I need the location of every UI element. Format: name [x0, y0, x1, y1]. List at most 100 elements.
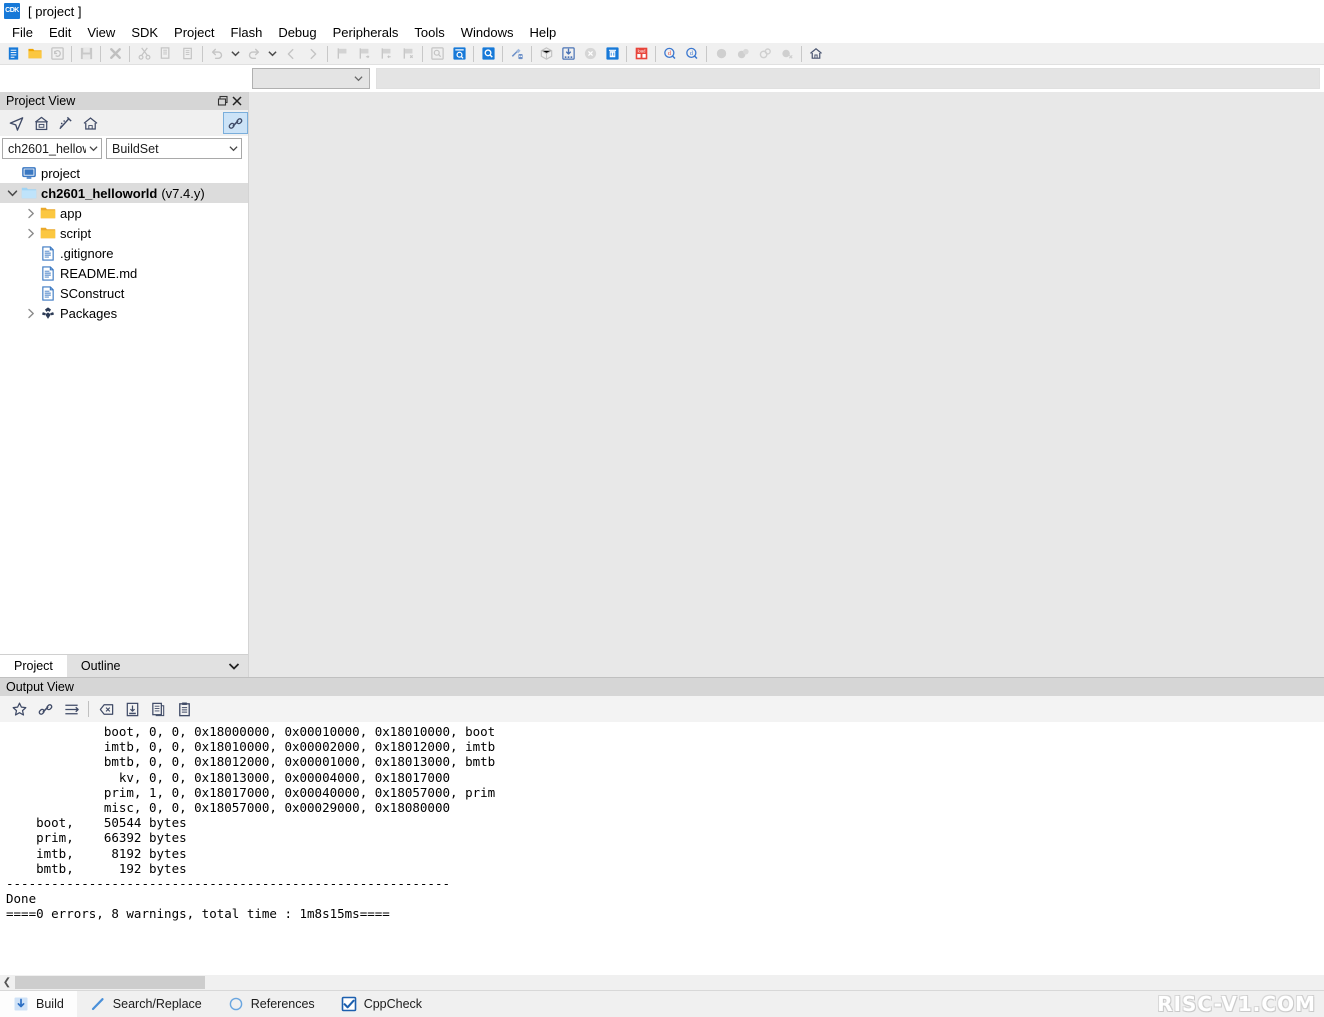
bookmark-next-icon[interactable] — [353, 44, 375, 64]
status-tab-search-replace[interactable]: Search/Replace — [77, 991, 215, 1017]
menu-flash[interactable]: Flash — [223, 22, 271, 43]
menu-debug[interactable]: Debug — [270, 22, 324, 43]
menu-view[interactable]: View — [79, 22, 123, 43]
editor-area[interactable] — [249, 92, 1324, 677]
tree-item-readme-md[interactable]: README.md — [0, 263, 248, 283]
output-line: boot, 50544 bytes — [6, 815, 187, 831]
redo-dropdown-icon[interactable] — [265, 44, 280, 64]
project-tree[interactable]: project ch2601_helloworld (v7.4.y) app scrip… — [0, 161, 248, 654]
find-icon[interactable] — [426, 44, 448, 64]
chevron-down-icon[interactable] — [4, 185, 20, 201]
tree-item-project[interactable]: project — [0, 163, 248, 183]
redo-icon[interactable] — [243, 44, 265, 64]
tree-item-packages[interactable]: Packages — [0, 303, 248, 323]
menu-sdk[interactable]: SDK — [123, 22, 166, 43]
scrollbar-thumb[interactable] — [15, 976, 205, 989]
project-combo[interactable]: ch2601_hellow — [2, 138, 102, 159]
buildset-combo[interactable]: BuildSet — [106, 138, 242, 159]
build-icon[interactable] — [506, 44, 528, 64]
status-tab-references[interactable]: References — [215, 991, 328, 1017]
output-line: bmtb, 0, 0, 0x18012000, 0x00001000, 0x18… — [6, 754, 496, 770]
new-file-icon[interactable] — [2, 44, 24, 64]
menu-bar: File Edit View SDK Project Flash Debug P… — [0, 22, 1324, 43]
menu-help[interactable]: Help — [522, 22, 565, 43]
output-line: bmtb, 192 bytes — [6, 860, 187, 876]
bookmark-icon[interactable] — [331, 44, 353, 64]
status-tab-cppcheck[interactable]: CppCheck — [328, 991, 435, 1017]
link-editor-icon[interactable] — [223, 112, 248, 134]
navigate-back-icon[interactable] — [280, 44, 302, 64]
pane-tab-project[interactable]: Project — [0, 655, 67, 677]
bookmark-clear-icon[interactable] — [397, 44, 419, 64]
scroll-left-icon[interactable]: ❮ — [0, 977, 14, 988]
toolbar-separator — [531, 45, 532, 62]
project-folder-icon — [20, 185, 38, 201]
close-icon[interactable] — [230, 94, 244, 108]
link-icon[interactable] — [32, 698, 58, 720]
menu-file[interactable]: File — [4, 22, 41, 43]
tree-item-sconstruct[interactable]: SConstruct — [0, 283, 248, 303]
refresh-icon[interactable] — [46, 44, 68, 64]
bookmark-prev-icon[interactable] — [375, 44, 397, 64]
main-toolbar: load d d — [0, 43, 1324, 65]
collapse-all-icon[interactable] — [29, 112, 54, 134]
debug-start-icon[interactable]: d — [659, 44, 681, 64]
favorite-icon[interactable] — [6, 698, 32, 720]
save-output-icon[interactable] — [119, 698, 145, 720]
paste-output-icon[interactable] — [171, 698, 197, 720]
tree-item-gitignore[interactable]: .gitignore — [0, 243, 248, 263]
status-tab-build[interactable]: Build — [0, 991, 77, 1017]
tree-item-ch2601-helloworld[interactable]: ch2601_helloworld (v7.4.y) — [0, 183, 248, 203]
chevron-right-icon[interactable] — [23, 205, 39, 221]
chevron-right-icon[interactable] — [23, 305, 39, 321]
search-icon[interactable] — [477, 44, 499, 64]
wrap-lines-icon[interactable] — [58, 698, 84, 720]
tree-item-app[interactable]: app — [0, 203, 248, 223]
save-icon[interactable] — [75, 44, 97, 64]
toolbar-separator — [71, 45, 72, 62]
debug-attach-icon[interactable]: d — [681, 44, 703, 64]
menu-project[interactable]: Project — [166, 22, 222, 43]
command-field[interactable] — [376, 68, 1320, 89]
tree-item-script[interactable]: script — [0, 223, 248, 243]
load-icon[interactable]: load — [630, 44, 652, 64]
download-flash-icon[interactable] — [557, 44, 579, 64]
pane-tab-outline[interactable]: Outline — [66, 655, 248, 677]
menu-peripherals[interactable]: Peripherals — [325, 22, 407, 43]
target-combo[interactable] — [252, 68, 370, 89]
close-all-icon[interactable] — [104, 44, 126, 64]
tree-item-label: script — [60, 225, 92, 241]
copy-output-icon[interactable] — [145, 698, 171, 720]
navigate-forward-icon[interactable] — [302, 44, 324, 64]
home-icon[interactable] — [805, 44, 827, 64]
package-icon[interactable] — [535, 44, 557, 64]
open-folder-icon[interactable] — [24, 44, 46, 64]
breakpoint-remove-icon[interactable] — [776, 44, 798, 64]
chevron-right-icon[interactable] — [23, 225, 39, 241]
find-in-files-icon[interactable] — [448, 44, 470, 64]
breakpoint-icon[interactable] — [710, 44, 732, 64]
output-view-title: Output View — [6, 680, 74, 694]
clean-icon[interactable] — [601, 44, 623, 64]
breakpoint-all-icon[interactable] — [732, 44, 754, 64]
undo-icon[interactable] — [206, 44, 228, 64]
copy-icon[interactable] — [155, 44, 177, 64]
undo-dropdown-icon[interactable] — [228, 44, 243, 64]
locate-file-icon[interactable] — [4, 112, 29, 134]
output-horizontal-scrollbar[interactable]: ❮ — [0, 975, 1324, 990]
chevron-down-icon — [89, 146, 98, 152]
breakpoint-disable-icon[interactable] — [754, 44, 776, 64]
restore-icon[interactable] — [216, 94, 230, 108]
menu-edit[interactable]: Edit — [41, 22, 79, 43]
menu-tools[interactable]: Tools — [406, 22, 452, 43]
project-selectors: ch2601_hellow BuildSet — [0, 136, 248, 161]
cut-icon[interactable] — [133, 44, 155, 64]
filter-icon[interactable] — [54, 112, 79, 134]
clear-output-icon[interactable] — [93, 698, 119, 720]
output-text[interactable]: boot, 0, 0, 0x18000000, 0x00010000, 0x18… — [0, 722, 1324, 975]
menu-windows[interactable]: Windows — [453, 22, 522, 43]
home-project-icon[interactable] — [78, 112, 103, 134]
stop-build-icon[interactable] — [579, 44, 601, 64]
paste-icon[interactable] — [177, 44, 199, 64]
